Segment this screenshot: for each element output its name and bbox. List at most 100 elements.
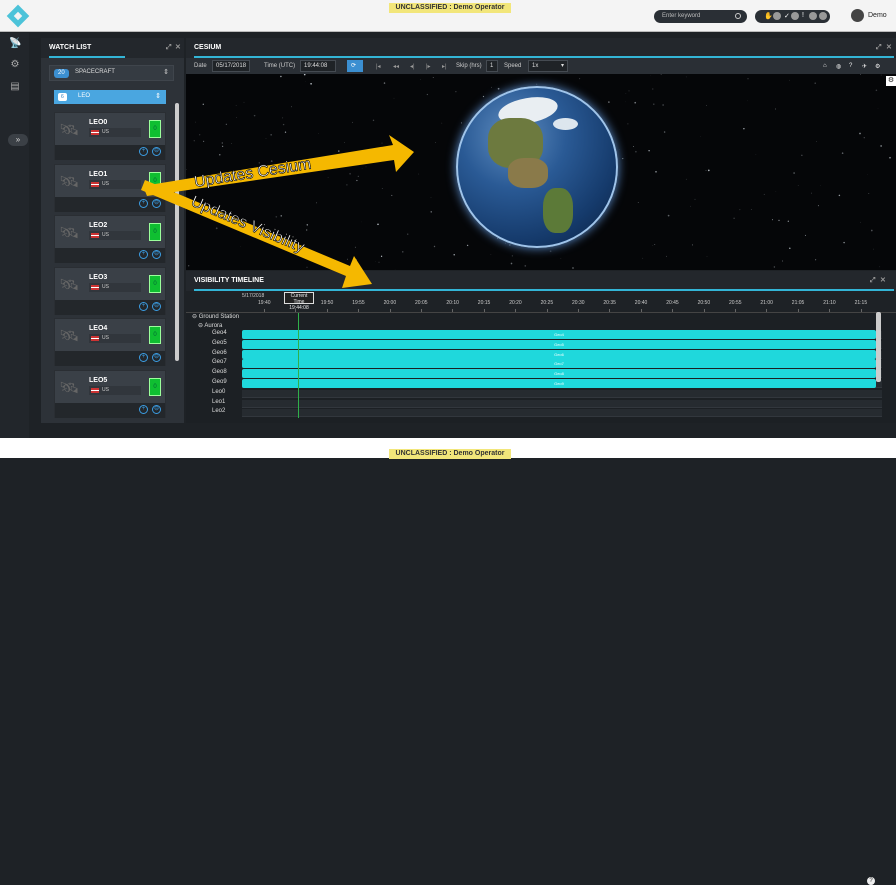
expand-icon[interactable]: »: [8, 134, 28, 146]
add-icon[interactable]: +: [139, 405, 148, 414]
speed-select[interactable]: 1x ▾: [528, 60, 568, 72]
satellite-card[interactable]: 🛰LEO2US0+⊖: [54, 215, 166, 263]
target-icon[interactable]: ⊖: [152, 405, 161, 414]
star: [798, 185, 799, 186]
skip-start-icon[interactable]: |◂: [376, 63, 381, 70]
star: [419, 174, 420, 175]
add-icon[interactable]: +: [139, 353, 148, 362]
leo-group[interactable]: 6 LEO ⇕: [54, 90, 166, 104]
satellite-icon: 🛰: [59, 378, 79, 400]
timeline-row[interactable]: Leo2: [192, 408, 882, 417]
user-name[interactable]: Demo: [868, 12, 887, 19]
expand-panel-icon[interactable]: ⤢: [876, 38, 882, 58]
us-flag-icon: [91, 336, 99, 341]
satellite-card[interactable]: 🛰LEO3US0+⊖: [54, 267, 166, 315]
close-icon[interactable]: ✕: [880, 271, 886, 291]
tick-label: 20:30: [572, 300, 585, 306]
tick-label: 21:10: [823, 300, 836, 306]
globe-icon[interactable]: ◍: [836, 63, 841, 70]
visibility-bar[interactable]: Geo8: [242, 369, 876, 378]
search-icon[interactable]: [735, 13, 741, 19]
avatar[interactable]: [851, 9, 864, 22]
close-icon[interactable]: ✕: [175, 38, 181, 58]
search-input[interactable]: Enter keyword: [654, 10, 747, 23]
star: [216, 227, 218, 229]
visibility-bar[interactable]: Geo5: [242, 340, 876, 349]
satellite-card[interactable]: 🛰LEO1US0+⊖: [54, 164, 166, 212]
time-input[interactable]: 19:44:08: [300, 60, 336, 72]
target-icon[interactable]: ⊖: [152, 302, 161, 311]
antenna-icon[interactable]: 📡: [9, 38, 21, 50]
cesium-header: CESIUM ⤢ ✕: [186, 38, 896, 58]
step-back-icon[interactable]: ◂|: [410, 63, 415, 70]
settings-icon[interactable]: ⚙: [875, 63, 880, 70]
visibility-bar[interactable]: Geo4: [242, 330, 876, 339]
timeline-scrollbar[interactable]: [876, 312, 881, 382]
us-flag-icon: [91, 285, 99, 290]
add-icon[interactable]: +: [139, 147, 148, 156]
row-track: [242, 409, 882, 417]
date-input[interactable]: 05/17/2018: [212, 60, 250, 72]
star: [231, 143, 232, 144]
home-icon[interactable]: ⌂: [823, 63, 827, 69]
app-logo[interactable]: [7, 5, 30, 28]
gear-icon[interactable]: ⚙: [9, 59, 21, 71]
timeline-row[interactable]: Geo8Geo8: [192, 369, 882, 378]
satellite-icon[interactable]: ✈: [862, 63, 867, 70]
step-forward-icon[interactable]: |▸: [426, 63, 431, 70]
group-row[interactable]: ⊖ Ground Station: [192, 313, 882, 322]
visibility-bar[interactable]: Geo9: [242, 379, 876, 388]
watch-list-scrollbar[interactable]: [175, 103, 179, 361]
visibility-timeline-panel: VISIBILITY TIMELINE ⤢ ✕ 5/17/2018 19:401…: [186, 271, 896, 423]
target-icon[interactable]: ⊖: [152, 353, 161, 362]
sort-icon[interactable]: ⇕: [155, 92, 161, 100]
expand-panel-icon[interactable]: ⤢: [166, 38, 172, 58]
title-underline: [49, 56, 125, 58]
spacecraft-group[interactable]: 20 SPACECRAFT ⇕: [49, 65, 174, 81]
timeline-row[interactable]: Leo1: [192, 399, 882, 408]
timeline-row[interactable]: Geo5Geo5: [192, 340, 882, 349]
target-icon[interactable]: ⊖: [152, 147, 161, 156]
sync-button[interactable]: ⟳: [347, 60, 363, 72]
star: [686, 77, 687, 78]
close-icon[interactable]: ✕: [886, 38, 892, 58]
gear-icon[interactable]: ⚙: [886, 76, 896, 86]
timeline-row[interactable]: Geo4Geo4: [192, 330, 882, 339]
cesium-globe-view[interactable]: ⚙: [186, 74, 896, 270]
tick-mark: [358, 309, 359, 312]
star: [638, 202, 639, 203]
help-icon[interactable]: ?: [867, 877, 875, 885]
timeline-row[interactable]: Geo7Geo7: [192, 359, 882, 368]
star: [491, 254, 492, 255]
expand-panel-icon[interactable]: ⤢: [870, 271, 876, 291]
visibility-bar[interactable]: Geo7: [242, 359, 876, 368]
satellite-card[interactable]: 🛰LEO4US0+⊖: [54, 318, 166, 366]
star: [319, 262, 320, 263]
satellite-card[interactable]: 🛰LEO0US0+⊖: [54, 112, 166, 160]
row-label: Leo2: [212, 408, 225, 414]
skip-input[interactable]: 1: [486, 60, 498, 72]
hand-icon[interactable]: ✋: [764, 12, 773, 20]
document-icon[interactable]: ▤: [9, 81, 21, 93]
target-icon[interactable]: ⊖: [152, 199, 161, 208]
country-chip: US: [89, 386, 141, 395]
earth-globe[interactable]: [456, 86, 618, 248]
help-icon[interactable]: ?: [849, 63, 852, 69]
warning-icon[interactable]: !: [802, 12, 804, 19]
target-icon[interactable]: ⊖: [152, 250, 161, 259]
cloud-region: [553, 118, 578, 130]
add-icon[interactable]: +: [139, 302, 148, 311]
skip-end-icon[interactable]: ▸|: [442, 63, 447, 70]
rewind-icon[interactable]: ◂◂: [393, 63, 399, 70]
sort-icon[interactable]: ⇕: [163, 68, 169, 76]
timeline-row[interactable]: Leo0: [192, 389, 882, 398]
add-icon[interactable]: +: [139, 250, 148, 259]
visibility-bar[interactable]: Geo6: [242, 350, 876, 359]
timeline-row[interactable]: Geo9Geo9: [192, 379, 882, 388]
satellite-card[interactable]: 🛰LEO5US0+⊖: [54, 370, 166, 418]
add-icon[interactable]: +: [139, 199, 148, 208]
timeline-row[interactable]: Geo6Geo6: [192, 350, 882, 359]
star: [821, 185, 822, 186]
check-icon[interactable]: ✓: [784, 12, 790, 20]
current-time-marker[interactable]: Current Time 19:44:08: [284, 292, 314, 304]
